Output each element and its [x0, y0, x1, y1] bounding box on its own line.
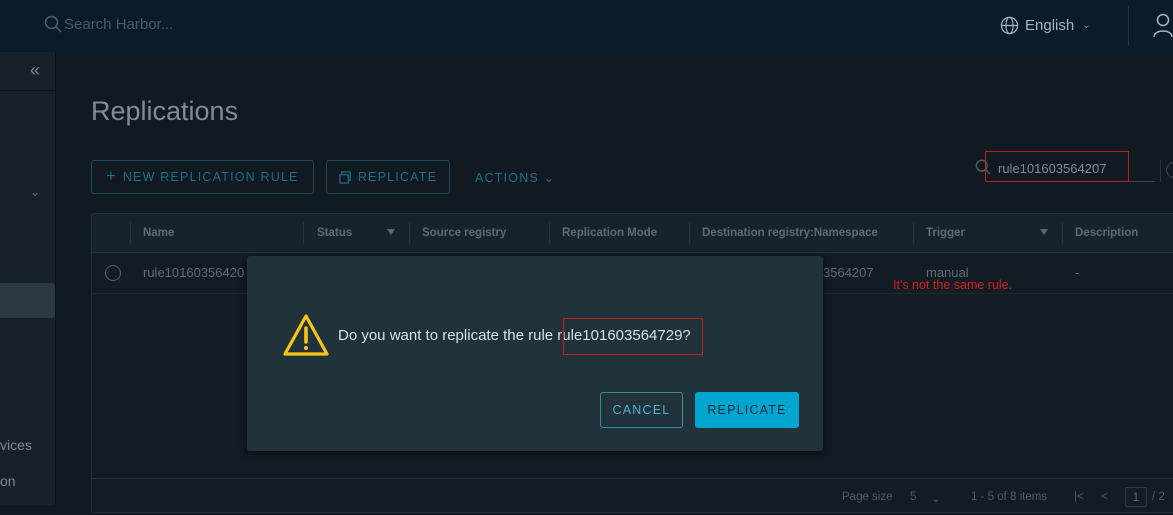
column-divider: [689, 222, 690, 244]
row-name[interactable]: rule10160356420: [143, 265, 244, 280]
column-header-description[interactable]: Description: [1075, 227, 1138, 239]
language-label: English: [1025, 16, 1075, 34]
filter-icon[interactable]: [1040, 229, 1048, 235]
column-header-destination[interactable]: Destination registry:Namespace: [702, 227, 878, 239]
global-search[interactable]: Search Harbor...: [44, 14, 244, 36]
search-input[interactable]: Search Harbor...: [64, 16, 173, 33]
row-destination: 3564207: [823, 265, 874, 280]
plus-icon: +: [106, 168, 117, 185]
cancel-button[interactable]: CANCEL: [600, 392, 683, 428]
page-size-label: Page size: [842, 491, 893, 503]
current-page-input[interactable]: 1: [1125, 487, 1147, 507]
column-divider: [303, 222, 304, 244]
column-header-trigger[interactable]: Trigger: [926, 227, 965, 239]
items-info: 1 - 5 of 8 items: [971, 491, 1048, 503]
column-divider: [913, 222, 914, 244]
total-pages: / 2: [1152, 491, 1165, 503]
column-divider: [1062, 222, 1063, 244]
search-icon: [44, 15, 62, 33]
new-replication-rule-button[interactable]: + NEW REPLICATION RULE: [91, 160, 314, 194]
page-size-select[interactable]: 5: [910, 491, 916, 503]
chevron-down-icon[interactable]: ⌄: [931, 491, 941, 505]
refresh-icon[interactable]: [1166, 162, 1173, 178]
header-divider: [1128, 6, 1129, 46]
highlight-box: [563, 318, 703, 355]
column-header-name[interactable]: Name: [143, 227, 174, 239]
toolbar-divider: [1160, 160, 1161, 182]
highlight-box: [985, 151, 1129, 182]
user-icon[interactable]: [1152, 12, 1173, 38]
actions-label: ACTIONS: [475, 171, 539, 185]
previous-page-icon[interactable]: <: [1101, 491, 1108, 503]
page-title: Replications: [91, 96, 239, 126]
new-rule-label: NEW REPLICATION RULE: [122, 170, 299, 184]
column-header-status[interactable]: Status: [317, 227, 352, 239]
dialog-message-prefix: Do you want to replicate the rule: [338, 327, 558, 344]
filter-icon[interactable]: [387, 229, 395, 235]
table-header: Name Status Source registry Replication …: [92, 214, 1173, 253]
sidebar-divider: [0, 90, 55, 91]
chevron-down-icon[interactable]: ⌄: [30, 185, 40, 199]
replicate-icon: [339, 170, 351, 184]
row-select-radio[interactable]: [105, 265, 121, 281]
top-navigation-bar: Search Harbor... English ⌄: [0, 0, 1173, 52]
column-header-replication-mode[interactable]: Replication Mode: [562, 227, 657, 239]
column-header-source-registry[interactable]: Source registry: [422, 227, 506, 239]
first-page-icon[interactable]: |<: [1074, 491, 1084, 503]
confirm-replicate-button[interactable]: REPLICATE: [695, 392, 799, 428]
column-divider: [549, 222, 550, 244]
table-footer: Page size 5 ⌄ 1 - 5 of 8 items |< < 1 / …: [92, 478, 1173, 515]
column-divider: [409, 222, 410, 244]
chevron-down-icon: ⌄: [543, 171, 556, 185]
confirm-replicate-dialog: Do you want to replicate the rule rule10…: [247, 256, 823, 451]
collapse-sidebar-icon[interactable]: «: [30, 60, 40, 81]
sidebar: « ⌄ vices on: [0, 52, 56, 505]
warning-icon: [283, 314, 329, 356]
sidebar-item-partial[interactable]: vices: [0, 437, 32, 453]
replicate-label: REPLICATE: [357, 170, 438, 184]
sidebar-item-partial[interactable]: on: [0, 473, 16, 489]
globe-icon: [1000, 16, 1019, 34]
actions-dropdown[interactable]: ACTIONS ⌄: [475, 170, 555, 185]
annotation-note: It's not the same rule.: [893, 278, 1013, 292]
rule-filter[interactable]: rule101603564207: [975, 151, 1155, 183]
column-divider: [130, 222, 131, 244]
row-description: -: [1075, 265, 1080, 280]
language-selector[interactable]: English ⌄: [1000, 14, 1091, 36]
replicate-button[interactable]: REPLICATE: [326, 160, 450, 194]
chevron-down-icon: ⌄: [1082, 19, 1091, 31]
sidebar-item-replications[interactable]: [0, 283, 55, 318]
